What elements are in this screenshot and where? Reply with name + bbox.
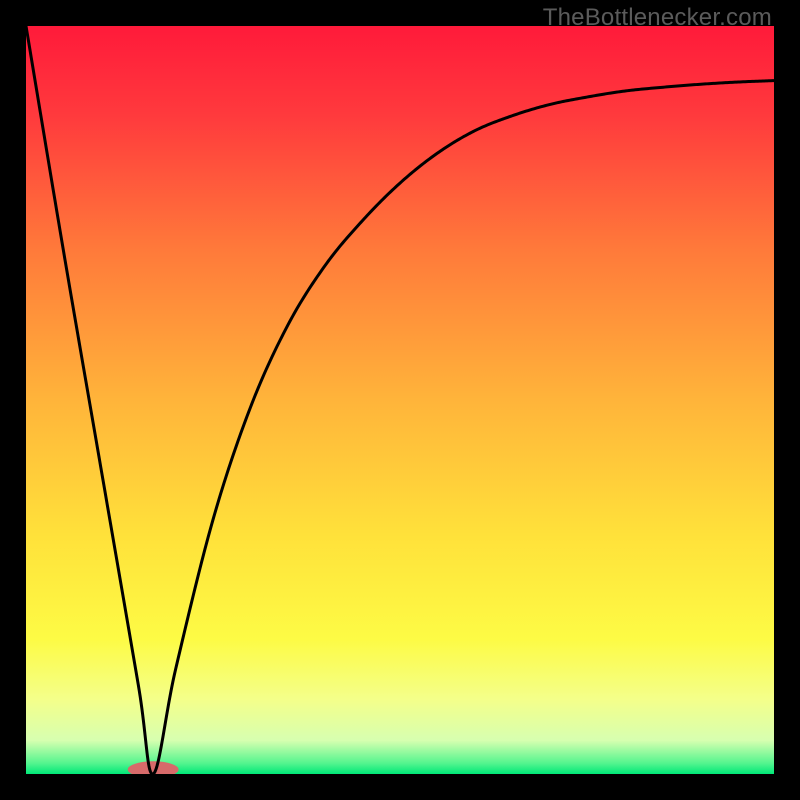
chart-frame <box>26 26 774 774</box>
bottleneck-chart <box>26 26 774 774</box>
gradient-background <box>26 26 774 774</box>
watermark-text: TheBottlenecker.com <box>543 4 772 32</box>
